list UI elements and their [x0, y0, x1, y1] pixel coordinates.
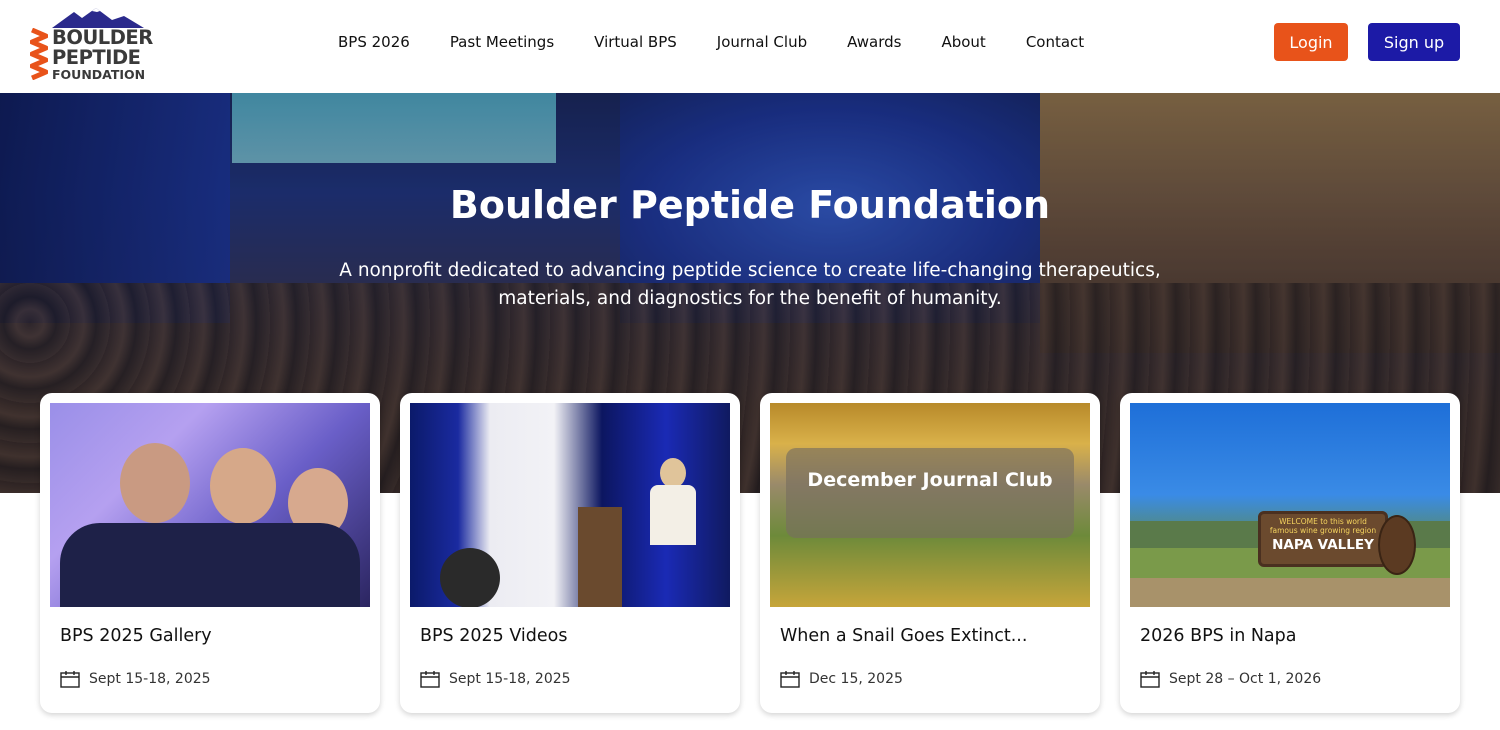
site-header: BOULDER PEPTIDE FOUNDATION BPS 2026 Past…: [0, 0, 1500, 93]
napa-sign-title: NAPA VALLEY: [1272, 537, 1374, 553]
nav-item-bps-2026[interactable]: BPS 2026: [318, 32, 430, 52]
card-title: When a Snail Goes Extinct...: [780, 626, 1028, 646]
card-title: 2026 BPS in Napa: [1140, 626, 1297, 646]
card-date-text: Sept 28 – Oct 1, 2026: [1169, 671, 1322, 687]
nav-item-past-meetings[interactable]: Past Meetings: [430, 32, 574, 52]
card-date: Sept 28 – Oct 1, 2026: [1140, 670, 1321, 688]
signup-button[interactable]: Sign up: [1368, 23, 1460, 61]
helix-icon: [30, 28, 48, 80]
journal-club-overlay: December Journal Club: [786, 448, 1074, 538]
hero-subtitle: A nonprofit dedicated to advancing pepti…: [339, 260, 1161, 309]
card-image: [50, 403, 370, 607]
napa-sign-emblem: [1378, 515, 1416, 575]
card-journal-club[interactable]: December Journal Club When a Snail Goes …: [760, 393, 1100, 713]
card-date-text: Dec 15, 2025: [809, 671, 903, 687]
logo-line3: FOUNDATION: [52, 67, 146, 82]
nav-item-awards[interactable]: Awards: [827, 32, 921, 52]
napa-sign-welcome: WELCOME to this world famous wine growin…: [1269, 517, 1377, 535]
card-title: BPS 2025 Gallery: [60, 626, 212, 646]
card-image: [410, 403, 730, 607]
hero-title: Boulder Peptide Foundation: [449, 183, 1051, 227]
nav-item-virtual-bps[interactable]: Virtual BPS: [574, 32, 697, 52]
event-cards: BPS 2025 Gallery Sept 15-18, 2025 BPS 20…: [40, 393, 1460, 713]
card-date: Sept 15-18, 2025: [60, 670, 211, 688]
card-date-text: Sept 15-18, 2025: [89, 671, 211, 687]
card-date-text: Sept 15-18, 2025: [449, 671, 571, 687]
nav-item-about[interactable]: About: [921, 32, 1005, 52]
card-date: Sept 15-18, 2025: [420, 670, 571, 688]
card-title: BPS 2025 Videos: [420, 626, 568, 646]
logo-text: BOULDER PEPTIDE FOUNDATION: [52, 28, 153, 82]
main-nav: BPS 2026 Past Meetings Virtual BPS Journ…: [318, 32, 1104, 52]
calendar-icon: [780, 671, 800, 688]
card-image: December Journal Club: [770, 403, 1090, 607]
calendar-icon: [420, 671, 440, 688]
card-image: WELCOME to this world famous wine growin…: [1130, 403, 1450, 607]
card-bps-2025-gallery[interactable]: BPS 2025 Gallery Sept 15-18, 2025: [40, 393, 380, 713]
login-button[interactable]: Login: [1274, 23, 1348, 61]
mountain-icon: [52, 8, 144, 28]
calendar-icon: [60, 671, 80, 688]
card-bps-2026-napa[interactable]: WELCOME to this world famous wine growin…: [1120, 393, 1460, 713]
logo-line2: PEPTIDE: [52, 45, 141, 69]
nav-item-contact[interactable]: Contact: [1006, 32, 1104, 52]
logo-line1: BOULDER: [52, 26, 153, 49]
nav-item-journal-club[interactable]: Journal Club: [697, 32, 827, 52]
card-bps-2025-videos[interactable]: BPS 2025 Videos Sept 15-18, 2025: [400, 393, 740, 713]
calendar-icon: [1140, 671, 1160, 688]
logo[interactable]: BOULDER PEPTIDE FOUNDATION: [30, 8, 153, 81]
card-date: Dec 15, 2025: [780, 670, 903, 688]
